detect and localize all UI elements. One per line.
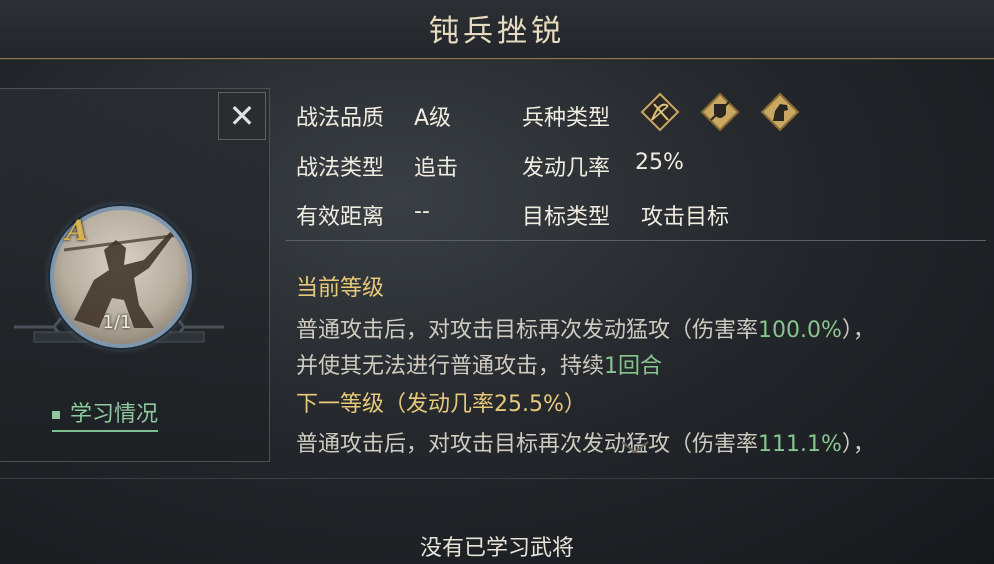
grade-badge: A <box>66 214 88 247</box>
skill-type-value: 追击 <box>414 156 459 181</box>
horse-cavalry-icon <box>760 92 800 132</box>
bow-cavalry-icon <box>640 92 680 132</box>
target-type-label: 目标类型 <box>522 205 611 230</box>
next-level-line1: 普通攻击后，对攻击目标再次发动猛攻（伤害率111.1%）， <box>296 432 875 457</box>
section-divider <box>286 240 986 241</box>
duration-value: 1回合 <box>604 354 663 379</box>
trigger-rate-label: 发动几率 <box>522 156 611 181</box>
quality-label: 战法品质 <box>296 106 385 131</box>
damage-rate-next: 111.1% <box>758 432 842 457</box>
bullet-icon <box>52 411 60 419</box>
next-level-heading: 下一等级（发动几率25.5%） <box>296 392 586 417</box>
range-label: 有效距离 <box>296 205 385 230</box>
bottom-divider <box>0 478 994 479</box>
scroll-down-chevron-icon[interactable] <box>620 440 650 456</box>
target-type-value: 攻击目标 <box>641 205 730 230</box>
current-level-line1: 普通攻击后，对攻击目标再次发动猛攻（伤害率100.0%）， <box>296 318 875 343</box>
skill-level: 1/1 <box>102 312 132 333</box>
learning-status-label: 学习情况 <box>70 402 159 427</box>
close-button[interactable]: ✕ <box>218 92 266 140</box>
shield-infantry-icon <box>700 92 740 132</box>
learning-status-link[interactable]: 学习情况 <box>52 396 159 432</box>
troop-type-label: 兵种类型 <box>522 106 611 131</box>
no-generals-message: 没有已学习武将 <box>419 536 574 561</box>
quality-value: A级 <box>414 106 452 131</box>
close-icon: ✕ <box>228 97 256 135</box>
current-level-line2: 并使其无法进行普通攻击，持续1回合 <box>296 354 663 379</box>
skill-title: 钝兵挫锐 <box>429 14 565 49</box>
title-bar: 钝兵挫锐 <box>0 0 994 59</box>
range-value: -- <box>414 199 430 224</box>
skill-type-label: 战法类型 <box>296 156 385 181</box>
damage-rate-current: 100.0% <box>758 318 842 343</box>
current-level-heading: 当前等级 <box>296 276 385 301</box>
trigger-rate-value: 25% <box>635 150 684 175</box>
